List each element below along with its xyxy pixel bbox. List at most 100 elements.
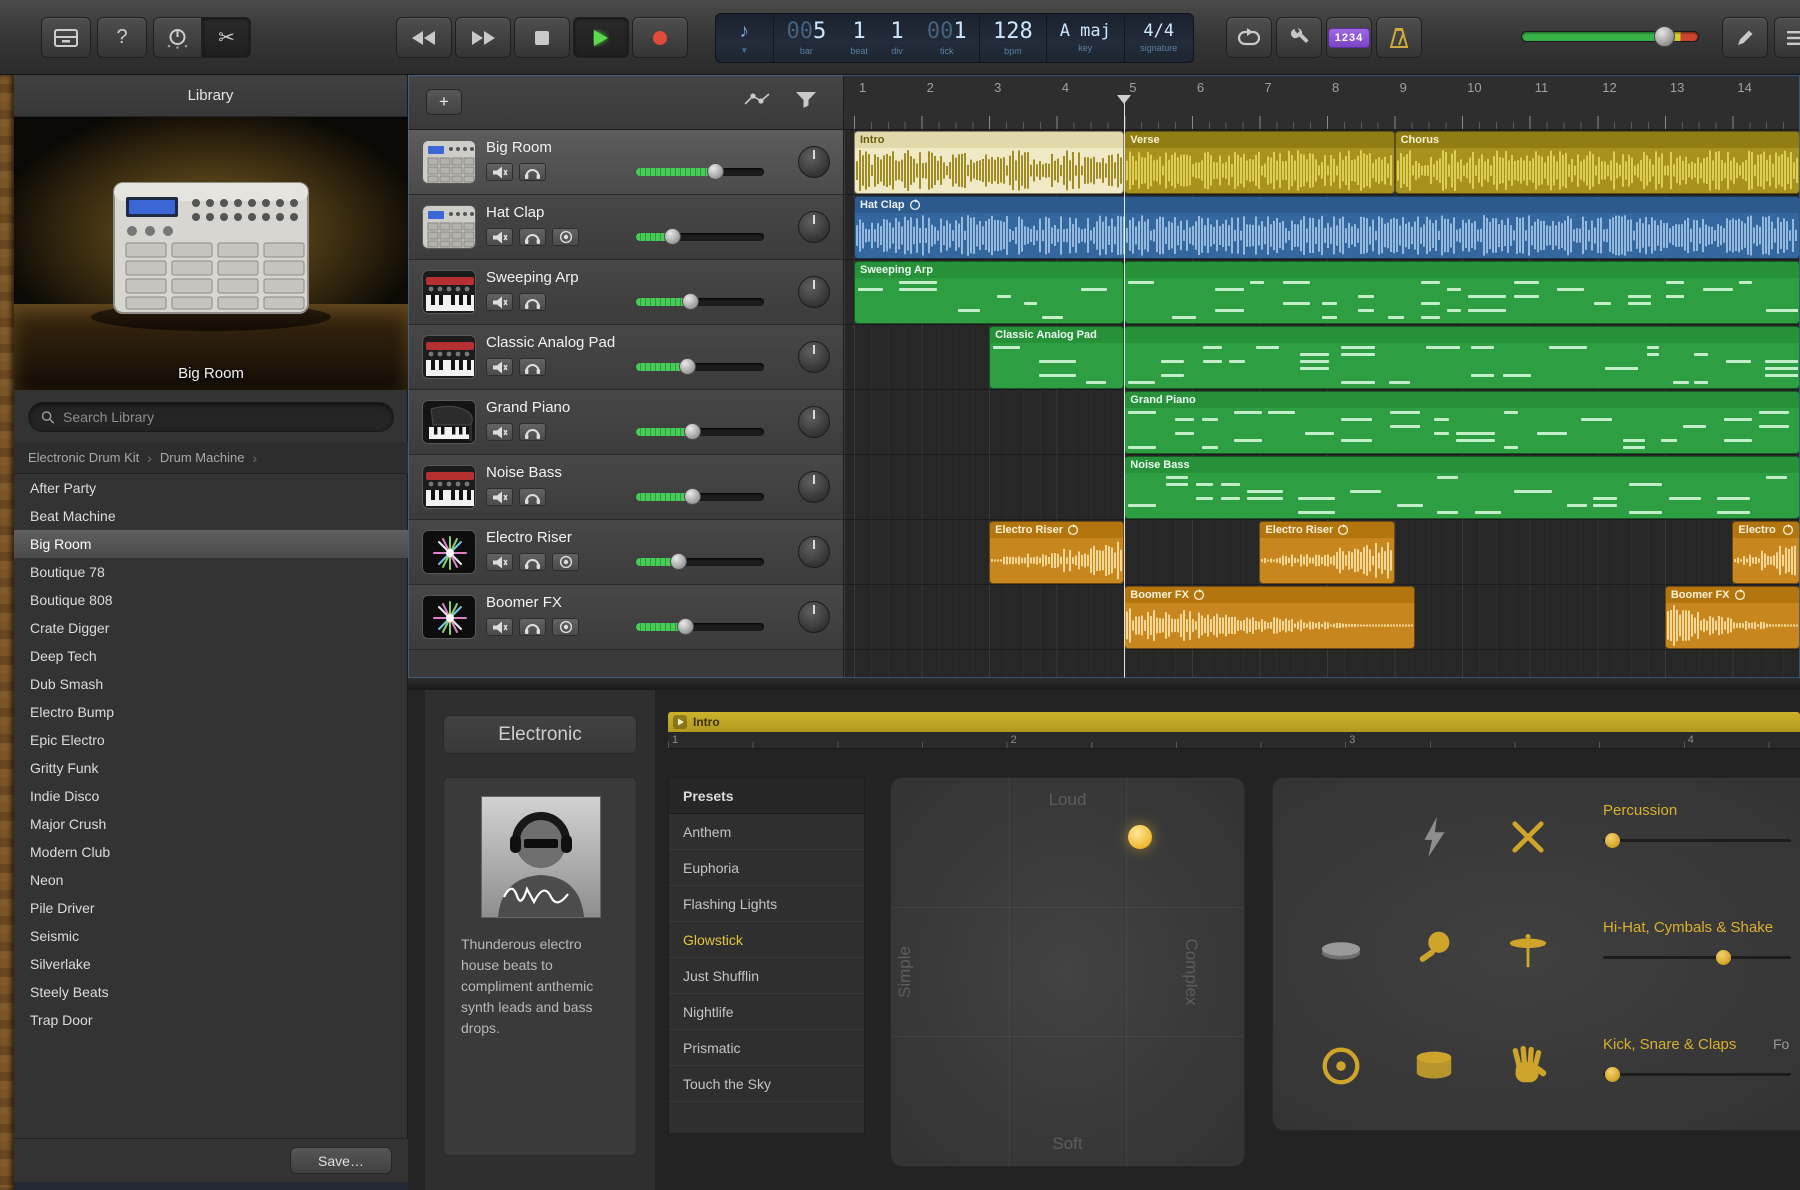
volume-thumb[interactable]	[679, 358, 696, 375]
panel-divider[interactable]	[408, 678, 1800, 690]
mute-button[interactable]	[486, 228, 513, 246]
library-item-modern-club[interactable]: Modern Club	[14, 838, 408, 866]
solo-button[interactable]	[519, 228, 546, 246]
mute-button[interactable]	[486, 358, 513, 376]
region-chorus-2[interactable]: Chorus	[1395, 131, 1800, 194]
region-electro-riser-10[interactable]: Electro Riser	[989, 521, 1124, 584]
track-header-grand-piano[interactable]: Grand Piano	[408, 390, 844, 455]
preset-item-touch-the-sky[interactable]: Touch the Sky	[669, 1066, 864, 1102]
lcd-tempo[interactable]: 128 bpm	[980, 14, 1048, 62]
lcd-display[interactable]: ♪ ▼ 005 bar 1 beat 1 div 001	[715, 13, 1194, 63]
volume-thumb[interactable]	[707, 163, 724, 180]
loop-browser-button[interactable]	[1774, 17, 1800, 58]
input-monitor-button[interactable]	[552, 618, 579, 636]
kick-icon[interactable]	[1318, 1043, 1364, 1089]
mute-button[interactable]	[486, 488, 513, 506]
mute-button[interactable]	[486, 293, 513, 311]
drummer-slider-thumb[interactable]	[1605, 1067, 1620, 1082]
library-item-trap-door[interactable]: Trap Door	[14, 1006, 408, 1034]
region-segment-7[interactable]	[1124, 326, 1800, 389]
preset-item-anthem[interactable]: Anthem	[669, 814, 864, 850]
count-in-button[interactable]: 1234	[1326, 17, 1372, 58]
library-item-electro-bump[interactable]: Electro Bump	[14, 698, 408, 726]
breadcrumb[interactable]: Electronic Drum Kit›Drum Machine›	[14, 442, 408, 474]
timeline-rows[interactable]: IntroVerseChorusHat ClapSweeping ArpClas…	[844, 130, 1800, 678]
library-item-gritty-funk[interactable]: Gritty Funk	[14, 754, 408, 782]
region-classic-analog-pad-6[interactable]: Classic Analog Pad	[989, 326, 1124, 389]
library-search[interactable]	[28, 402, 394, 432]
region-strip[interactable]: Intro	[668, 712, 1800, 732]
region-boomer-fx-14[interactable]: Boomer FX	[1665, 586, 1800, 649]
sticks-icon[interactable]	[1505, 814, 1551, 860]
library-item-beat-machine[interactable]: Beat Machine	[14, 502, 408, 530]
lightning-icon[interactable]	[1411, 814, 1457, 860]
volume-slider[interactable]	[636, 363, 764, 371]
breadcrumb-electronic-drum-kit[interactable]: Electronic Drum Kit	[28, 450, 139, 465]
library-item-dub-smash[interactable]: Dub Smash	[14, 670, 408, 698]
track-header-classic-analog-pad[interactable]: Classic Analog Pad	[408, 325, 844, 390]
preset-item-glowstick[interactable]: Glowstick	[669, 922, 864, 958]
track-header-boomer-fx[interactable]: Boomer FX	[408, 585, 844, 650]
library-item-seismic[interactable]: Seismic	[14, 922, 408, 950]
xy-pad-puck[interactable]	[1128, 825, 1152, 849]
timeline-ruler[interactable]: 1234567891011121314	[844, 75, 1800, 130]
metronome-button[interactable]	[1376, 17, 1422, 58]
library-item-boutique-808[interactable]: Boutique 808	[14, 586, 408, 614]
pan-knob[interactable]	[798, 536, 830, 568]
editors-button[interactable]: ✂	[202, 17, 251, 58]
preset-item-flashing-lights[interactable]: Flashing Lights	[669, 886, 864, 922]
genre-button[interactable]: Electronic	[443, 715, 637, 754]
tuner-button[interactable]	[1276, 17, 1322, 58]
pan-knob[interactable]	[798, 146, 830, 178]
add-track-button[interactable]: +	[426, 89, 462, 115]
volume-thumb[interactable]	[677, 618, 694, 635]
breadcrumb-drum-machine[interactable]: Drum Machine	[160, 450, 245, 465]
solo-button[interactable]	[519, 553, 546, 571]
volume-slider[interactable]	[636, 558, 764, 566]
volume-thumb[interactable]	[664, 228, 681, 245]
pan-knob[interactable]	[798, 341, 830, 373]
track-header-noise-bass[interactable]: Noise Bass	[408, 455, 844, 520]
mute-button[interactable]	[486, 163, 513, 181]
save-button[interactable]: Save…	[290, 1147, 392, 1174]
forward-button[interactable]	[455, 17, 511, 58]
solo-button[interactable]	[519, 163, 546, 181]
region-grand-piano-8[interactable]: Grand Piano	[1124, 391, 1800, 454]
preset-item-prismatic[interactable]: Prismatic	[669, 1030, 864, 1066]
mute-button[interactable]	[486, 553, 513, 571]
library-item-crate-digger[interactable]: Crate Digger	[14, 614, 408, 642]
note-pad-button[interactable]	[1722, 17, 1768, 58]
drummer-slider-thumb[interactable]	[1605, 833, 1620, 848]
pan-knob[interactable]	[798, 601, 830, 633]
region-verse-1[interactable]: Verse	[1124, 131, 1394, 194]
volume-thumb[interactable]	[670, 553, 687, 570]
solo-button[interactable]	[519, 488, 546, 506]
pan-knob[interactable]	[798, 406, 830, 438]
snare-icon[interactable]	[1411, 1043, 1457, 1089]
lcd-signature[interactable]: 4/4 signature	[1125, 14, 1193, 62]
strip-ruler[interactable]: 1234	[668, 732, 1800, 749]
library-item-boutique-78[interactable]: Boutique 78	[14, 558, 408, 586]
library-item-silverlake[interactable]: Silverlake	[14, 950, 408, 978]
preset-item-euphoria[interactable]: Euphoria	[669, 850, 864, 886]
media-browser-button[interactable]	[41, 17, 91, 58]
hihat-icon[interactable]	[1505, 926, 1551, 972]
region-segment-5[interactable]	[1124, 261, 1800, 324]
lcd-position[interactable]: 005 bar 1 beat 1 div 001 tick	[774, 14, 980, 62]
volume-thumb[interactable]	[684, 423, 701, 440]
solo-button[interactable]	[519, 618, 546, 636]
library-item-steely-beats[interactable]: Steely Beats	[14, 978, 408, 1006]
volume-slider[interactable]	[636, 233, 764, 241]
track-header-sweeping-arp[interactable]: Sweeping Arp	[408, 260, 844, 325]
library-item-indie-disco[interactable]: Indie Disco	[14, 782, 408, 810]
drummer-slider-percussion[interactable]	[1603, 839, 1791, 842]
library-item-deep-tech[interactable]: Deep Tech	[14, 642, 408, 670]
region-sweeping-arp-4[interactable]: Sweeping Arp	[854, 261, 1124, 324]
region-electro-riser-12[interactable]: Electro Riser	[1732, 521, 1800, 584]
search-input[interactable]	[63, 409, 381, 425]
input-monitor-button[interactable]	[552, 553, 579, 571]
preset-item-nightlife[interactable]: Nightlife	[669, 994, 864, 1030]
volume-thumb[interactable]	[682, 293, 699, 310]
solo-button[interactable]	[519, 423, 546, 441]
volume-slider[interactable]	[636, 623, 764, 631]
